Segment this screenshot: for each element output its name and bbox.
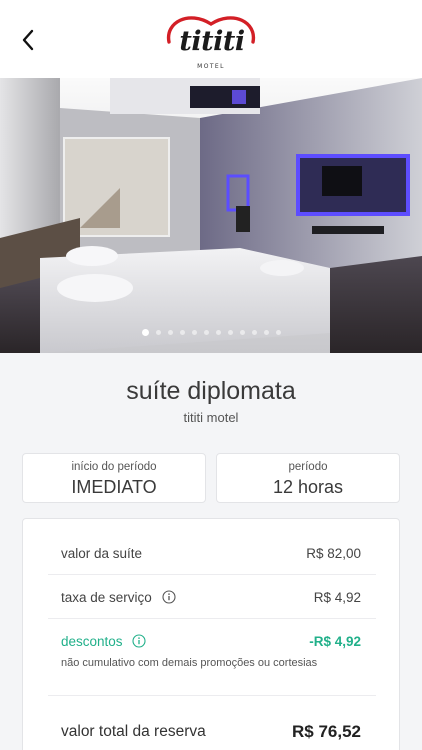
price-summary-card: valor da suíte R$ 82,00 taxa de serviço …	[22, 518, 400, 750]
gallery-dot[interactable]	[275, 330, 281, 335]
back-button[interactable]	[16, 26, 40, 54]
suite-photo-gallery[interactable]	[0, 78, 422, 353]
top-bar: tititi MOTEL	[0, 0, 422, 78]
period-duration-value: 12 horas	[272, 477, 344, 497]
service-fee-row: taxa de serviço R$ 4,92	[61, 590, 361, 605]
motel-logo: tititi MOTEL	[163, 12, 259, 70]
gallery-dot[interactable]	[215, 330, 221, 335]
gallery-dot[interactable]	[191, 330, 197, 335]
gallery-dot[interactable]	[239, 330, 245, 335]
period-start-label: início do período	[71, 461, 157, 473]
suite-price-label: valor da suíte	[61, 546, 143, 561]
discount-value: -R$ 4,92	[309, 634, 361, 649]
suite-price-row: valor da suíte R$ 82,00	[61, 546, 361, 561]
total-label: valor total da reserva	[61, 723, 206, 740]
info-icon[interactable]	[132, 634, 146, 648]
total-row: valor total da reserva R$ 76,52	[61, 722, 361, 741]
chevron-left-icon	[22, 29, 34, 51]
divider	[48, 618, 376, 619]
logo-wordmark: tititi	[179, 26, 245, 57]
gallery-dot[interactable]	[227, 330, 233, 335]
discount-label: descontos	[61, 634, 123, 649]
gallery-dot[interactable]	[203, 330, 209, 335]
period-duration-card[interactable]: período 12 horas	[216, 453, 400, 503]
suite-title: suíte diplomata	[126, 377, 296, 405]
gallery-dot[interactable]	[263, 330, 269, 335]
logo-subtext: MOTEL	[197, 63, 225, 70]
period-start-value: IMEDIATO	[71, 477, 157, 497]
gallery-dot[interactable]	[141, 329, 149, 336]
gallery-dot[interactable]	[167, 330, 173, 335]
discount-note: não cumulativo com demais promoções ou c…	[61, 657, 318, 669]
divider	[48, 574, 376, 575]
motel-name: tititi motel	[183, 410, 239, 425]
total-value: R$ 76,52	[292, 722, 361, 741]
gallery-pagination[interactable]	[0, 329, 422, 336]
service-fee-label: taxa de serviço	[61, 590, 152, 605]
gallery-dot[interactable]	[155, 330, 161, 335]
service-fee-value: R$ 4,92	[313, 590, 361, 605]
gallery-dot[interactable]	[251, 330, 257, 335]
discount-row: descontos -R$ 4,92	[61, 634, 361, 649]
suite-photo	[0, 78, 422, 353]
divider	[48, 695, 376, 696]
period-duration-label: período	[288, 461, 328, 473]
period-start-card[interactable]: início do período IMEDIATO	[22, 453, 206, 503]
suite-price-value: R$ 82,00	[306, 546, 361, 561]
gallery-dot[interactable]	[179, 330, 185, 335]
info-icon[interactable]	[162, 590, 176, 604]
